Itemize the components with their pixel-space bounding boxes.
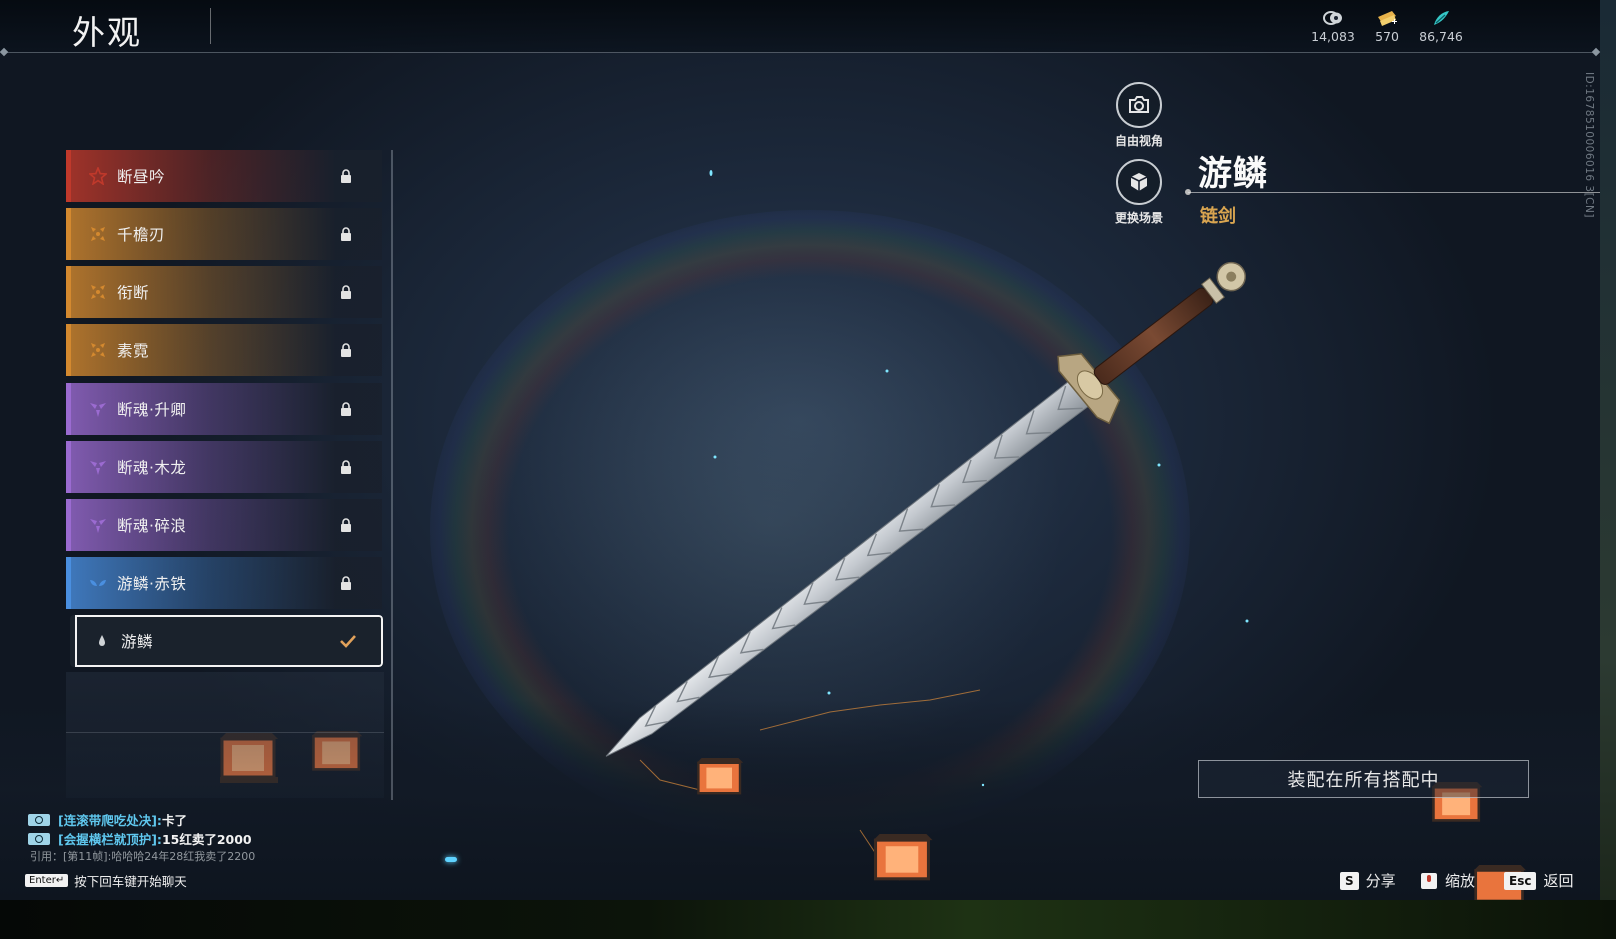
skin-list-item[interactable]: 断昼吟: [66, 150, 382, 202]
tri-leaf-emblem-icon: [90, 519, 106, 533]
lantern: [873, 834, 933, 881]
camera-icon: [1116, 82, 1162, 128]
title-divider: [210, 8, 211, 44]
chat-indicator: [445, 857, 457, 862]
change-scene-button[interactable]: 更换场景: [1099, 159, 1179, 226]
four-petal-emblem-icon: [91, 343, 105, 357]
double-leaf-emblem-icon: [90, 580, 106, 586]
check-icon: [340, 635, 356, 648]
skin-name: 素霓: [117, 342, 150, 360]
page-title: 外观: [72, 13, 142, 52]
skin-list-item[interactable]: 断魂·木龙: [66, 441, 382, 493]
currency-jade-value: 86,746: [1419, 29, 1463, 44]
chat-text: 15红卖了2000: [161, 832, 252, 847]
free-view-label: 自由视角: [1114, 134, 1163, 148]
chat-message[interactable]: [会握横栏就顶护]: 15红卖了2000: [28, 829, 252, 848]
skin-name: 游鳞: [121, 633, 154, 651]
skin-list-item[interactable]: 断魂·碎浪: [66, 499, 382, 551]
list-empty-area: [66, 672, 384, 798]
skin-name: 断魂·木龙: [117, 459, 187, 477]
skin-name: 断魂·碎浪: [117, 517, 187, 535]
player-id-label: ID:1678510006016 3[CN]: [1583, 72, 1595, 218]
item-name-underline: [1188, 192, 1600, 193]
coin-stack-icon: [1323, 11, 1342, 25]
skin-list-item[interactable]: 游鳞·赤铁: [66, 557, 382, 609]
cube-icon: [1116, 159, 1162, 205]
lock-icon: [341, 518, 351, 532]
lock-icon: [341, 460, 351, 474]
equip-all-label: 装配在所有搭配中: [1287, 770, 1440, 791]
esc-key: Esc: [1504, 871, 1537, 890]
skin-list-item[interactable]: 游鳞: [70, 615, 383, 667]
currency-jade: 86,746: [1406, 9, 1476, 44]
back-button[interactable]: Esc 返回: [1504, 870, 1573, 891]
gold-ticket-icon: [1378, 11, 1397, 26]
item-type: 链剑: [1200, 206, 1236, 227]
skin-list-item[interactable]: 千檐刃: [66, 208, 382, 260]
star-emblem-icon: [89, 167, 107, 185]
skin-name: 千檐刃: [117, 226, 166, 244]
chat-sender: [连滚带爬吃处决]:: [58, 813, 162, 828]
back-label: 返回: [1543, 872, 1574, 890]
skin-name: 游鳞·赤铁: [117, 575, 187, 593]
chat-channel-icon: [28, 832, 50, 845]
free-view-button[interactable]: 自由视角: [1099, 82, 1179, 149]
skin-list-item[interactable]: 断魂·升卿: [66, 383, 382, 435]
chat-input-hint[interactable]: Enter↵ 按下回车键开始聊天: [25, 871, 187, 890]
chat-text: 卡了: [161, 813, 187, 828]
list-scrollbar[interactable]: [391, 150, 393, 800]
item-name: 游鳞: [1198, 154, 1268, 194]
enter-key: Enter↵: [25, 874, 69, 887]
lock-icon: [341, 402, 351, 416]
jade-feather-icon: [1434, 11, 1449, 25]
scene-edge-right: [1600, 0, 1616, 939]
lock-icon: [341, 343, 351, 357]
skin-name: 断昼吟: [117, 168, 166, 186]
lock-icon: [341, 169, 351, 183]
zoom-button[interactable]: 缩放: [1420, 870, 1475, 891]
chat-enter-label: 按下回车键开始聊天: [74, 874, 187, 889]
chat-quote: 引用：[第11帧]:哈哈哈24年28红我卖了2200: [30, 850, 256, 863]
drop-emblem-icon: [99, 635, 105, 646]
scene-edge-bottom: [0, 900, 1616, 939]
chat-channel-icon: [28, 813, 50, 826]
change-scene-label: 更换场景: [1114, 211, 1163, 225]
skin-name: 断魂·升卿: [117, 401, 187, 419]
mouse-scroll-icon: [1421, 872, 1437, 889]
lantern: [696, 758, 744, 795]
equip-all-button[interactable]: 装配在所有搭配中: [1198, 760, 1529, 798]
lock-icon: [341, 576, 351, 590]
list-empty-divider: [66, 732, 384, 733]
skin-list-item[interactable]: 衔断: [66, 266, 382, 318]
four-petal-emblem-icon: [91, 285, 105, 299]
lock-icon: [341, 227, 351, 241]
skin-name: 衔断: [117, 284, 150, 302]
chat-sender: [会握横栏就顶护]:: [58, 832, 162, 847]
zoom-label: 缩放: [1445, 872, 1476, 890]
four-petal-emblem-icon: [91, 227, 105, 241]
tri-leaf-emblem-icon: [90, 403, 106, 417]
share-button[interactable]: S 分享: [1340, 870, 1396, 891]
skin-list-item[interactable]: 素霓: [66, 324, 382, 376]
share-key: S: [1340, 871, 1359, 890]
chat-message[interactable]: [连滚带爬吃处决]: 卡了: [28, 810, 187, 829]
share-label: 分享: [1365, 872, 1396, 890]
header-divider: [6, 52, 1596, 53]
tri-leaf-emblem-icon: [90, 461, 106, 475]
lock-icon: [341, 285, 351, 299]
